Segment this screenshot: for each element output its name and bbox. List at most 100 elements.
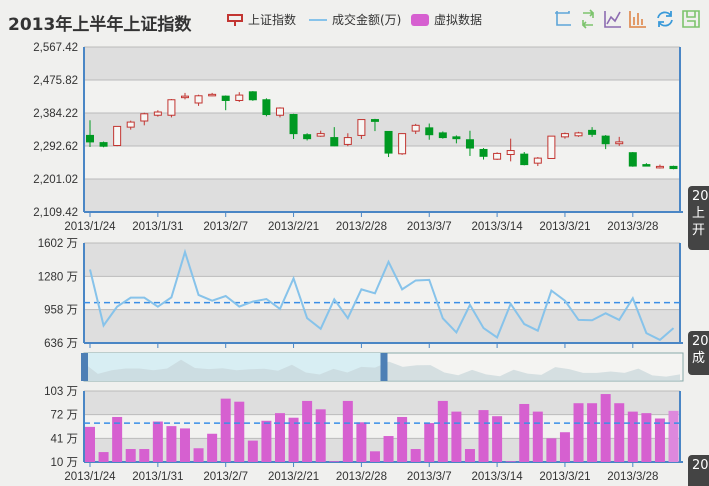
candle-2013/3/20 xyxy=(547,135,556,159)
bar-2013/2/25 xyxy=(315,409,326,462)
y-tick-label: 2,109.42 xyxy=(33,207,78,219)
bar-2013/3/8 xyxy=(437,400,448,462)
bar-2013/3/21 xyxy=(559,432,570,462)
y-tick-label: 636 万 xyxy=(44,338,78,350)
candle-2013/2/18 xyxy=(248,91,257,101)
candle-2013/2/6 xyxy=(208,93,217,97)
candle-2013/3/25 xyxy=(588,129,597,135)
bar-2013/3/11 xyxy=(451,411,462,462)
tooltip-line: 20 成 xyxy=(688,331,709,375)
candle-2013/3/8 xyxy=(438,132,447,139)
y-tick-label: 10 万 xyxy=(51,457,79,469)
bar-2013/1/29 xyxy=(125,449,136,462)
bar-2013/3/22 xyxy=(573,403,584,462)
bar-2013/2/5 xyxy=(193,448,204,462)
x-tick-label: 2013/3/28 xyxy=(607,221,658,233)
candle-2013/3/7 xyxy=(425,127,434,136)
candle-2013/1/25 xyxy=(99,142,108,147)
y-tick-label: 2,567.42 xyxy=(33,42,78,54)
bar-2013/3/6 xyxy=(410,449,421,462)
candle-2013/2/26 xyxy=(330,137,339,147)
bar-2013/3/12 xyxy=(464,449,475,462)
candle-2013/4/2 xyxy=(669,165,678,170)
tooltip-text: 成 xyxy=(692,351,706,366)
candle-2013/2/19 xyxy=(262,99,271,116)
split-area xyxy=(84,146,680,179)
data-zoom-handle-right[interactable] xyxy=(380,353,388,381)
bar-2013/3/27 xyxy=(614,403,625,462)
bar-2013/2/19 xyxy=(261,420,272,462)
candle-2013/3/11 xyxy=(452,136,461,140)
bar-2013/1/30 xyxy=(139,449,150,462)
x-tick-label: 2013/3/28 xyxy=(607,471,658,483)
x-tick-label: 2013/2/7 xyxy=(203,221,248,233)
tooltip-bar: 20 xyxy=(688,455,709,486)
x-tick-label: 2013/1/24 xyxy=(64,221,116,233)
bar-2013/1/25 xyxy=(98,452,109,462)
chart-plot-area: 2,567.42 2,475.82 2,384.22 2,292.62 2,201.02… xyxy=(33,42,684,483)
candle-2013/2/20 xyxy=(275,107,284,116)
bar-2013/3/18 xyxy=(519,403,530,462)
candle-2013/3/12 xyxy=(465,139,474,149)
y-tick-label: 1602 万 xyxy=(38,238,78,250)
candle-2013/3/19 xyxy=(533,157,542,164)
candle-2013/2/27 xyxy=(343,137,352,145)
candle-2013/2/7 xyxy=(221,95,230,101)
candle-2013/1/31 xyxy=(153,111,162,116)
bar-2013/1/31 xyxy=(152,421,163,462)
split-area xyxy=(84,113,680,146)
candle-2013/3/26 xyxy=(601,135,610,145)
bar-2013/2/21 xyxy=(288,417,299,462)
x-tick-label: 2013/3/7 xyxy=(407,221,452,233)
y-tick-label: 103 万 xyxy=(44,386,78,398)
bar-2013/3/25 xyxy=(587,403,598,462)
x-tick-label: 2013/3/7 xyxy=(407,471,452,483)
y-tick-label: 2,292.62 xyxy=(33,141,78,153)
tooltip-text: 20 xyxy=(692,458,709,473)
bar-2013/4/2 xyxy=(668,410,679,462)
split-area xyxy=(84,243,680,277)
x-tick-label: 2013/2/21 xyxy=(268,471,319,483)
candle-2013/2/1 xyxy=(167,99,176,116)
candle-2013/1/24 xyxy=(86,134,94,143)
split-area xyxy=(84,47,680,80)
candle-2013/3/22 xyxy=(574,132,583,137)
x-tick-label: 2013/3/14 xyxy=(472,471,524,483)
chart-container: 2013年上半年上证指数 上证指数 成交金额(万) 虚拟数据 2,567.42 2… xyxy=(0,0,709,486)
candle-2013/3/21 xyxy=(560,133,569,138)
candle-2013/1/30 xyxy=(140,113,149,122)
bar-2013/3/4 xyxy=(383,436,394,462)
tooltip-text: 开 xyxy=(692,223,706,238)
candle-2013/2/22 xyxy=(303,134,312,140)
bar-2013/1/24 xyxy=(85,426,95,462)
candle-2013/3/1 xyxy=(370,119,379,122)
y-tick-label: 958 万 xyxy=(44,305,78,317)
candle-2013/2/21 xyxy=(289,114,298,135)
bar-2013/4/1 xyxy=(654,418,665,462)
candle-2013/1/28 xyxy=(113,125,122,147)
tooltip-text: 上 xyxy=(692,206,706,221)
bar-2013/2/18 xyxy=(247,440,258,462)
y-tick-label: 2,384.22 xyxy=(33,108,78,120)
candle-2013/3/13 xyxy=(479,148,488,157)
y-tick-label: 2,201.02 xyxy=(33,174,78,186)
bar-2013/2/1 xyxy=(166,426,177,462)
candle-2013/3/27 xyxy=(615,141,624,145)
tooltip-text: 20 xyxy=(692,334,709,349)
x-tick-label: 2013/1/31 xyxy=(132,471,183,483)
bar-2013/3/1 xyxy=(369,451,380,462)
bar-2013/2/28 xyxy=(356,422,367,462)
candle-2013/3/29 xyxy=(642,164,651,167)
x-tick-label: 2013/1/24 xyxy=(64,471,116,483)
data-zoom-handle-left[interactable] xyxy=(81,353,88,381)
bar-2013/2/8 xyxy=(234,401,245,462)
y-tick-label: 2,475.82 xyxy=(33,75,78,87)
split-area xyxy=(84,309,680,343)
candle-2013/4/1 xyxy=(655,165,664,169)
bar-2013/2/7 xyxy=(220,398,231,462)
candle-2013/3/4 xyxy=(384,130,393,154)
bar-2013/2/26 xyxy=(329,461,340,462)
x-tick-label: 2013/3/14 xyxy=(472,221,524,233)
bar-2013/3/28 xyxy=(627,411,638,462)
bar-2013/3/29 xyxy=(641,413,652,462)
